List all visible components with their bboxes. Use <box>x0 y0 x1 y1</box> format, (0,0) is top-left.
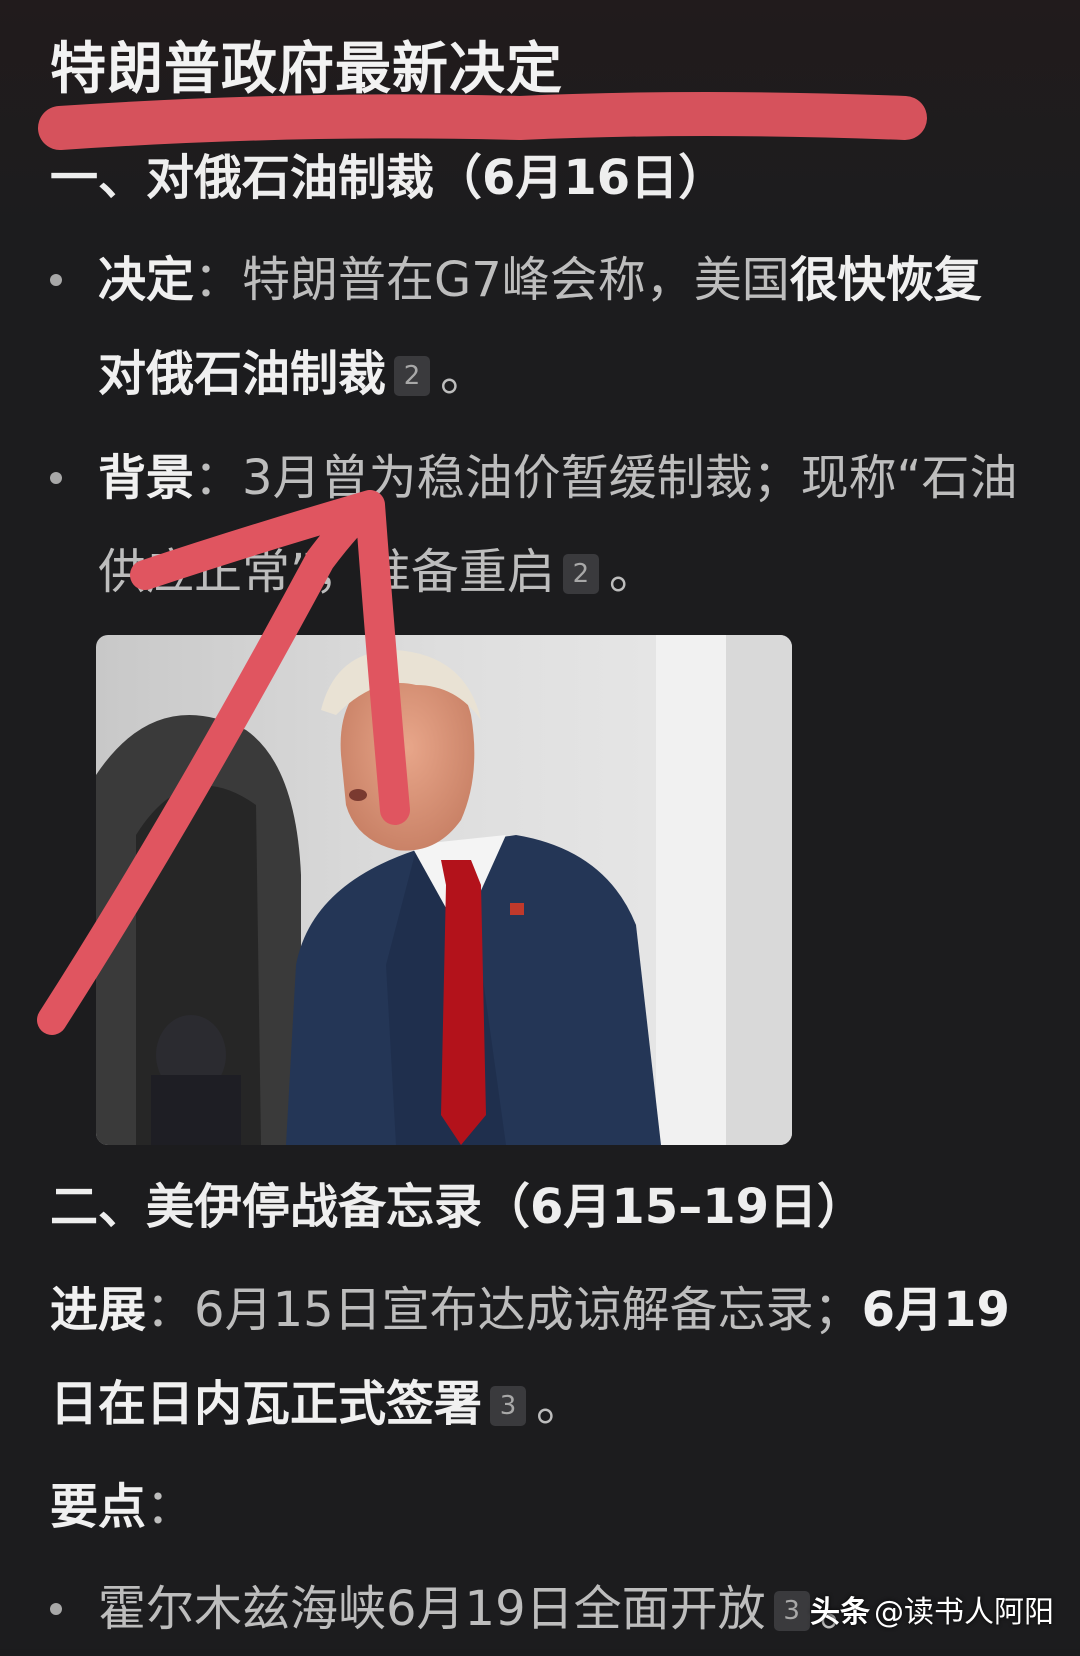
keypoints-label: 要点 <box>50 1479 147 1535</box>
section-1-heading: 一、对俄石油制裁（6月16日） <box>50 150 727 206</box>
author-handle: @读书人阿阳 <box>874 1595 1054 1630</box>
decision-paragraph: 决定：特朗普在G7峰会称，美国很快恢复对俄石油制裁 2。 <box>98 233 1028 421</box>
separator: ： <box>194 252 243 308</box>
page-title: 特朗普政府最新决定 <box>50 37 563 102</box>
decision-text: 特朗普在G7峰会称，美国 <box>242 252 790 308</box>
section-2-heading: 二、美伊停战备忘录（6月15–19日） <box>50 1179 865 1235</box>
source-watermark: 头条 @读书人阿阳 <box>810 1587 1054 1631</box>
background-label: 背景 <box>98 450 195 506</box>
keypoint-text: 霍尔木兹海峡6月19日全面开放 <box>98 1581 766 1637</box>
article-page: 特朗普政府最新决定 一、对俄石油制裁（6月16日） 决定：特朗普在G7峰会称，美… <box>0 0 1080 1649</box>
toutiao-logo: 头条 <box>810 1595 870 1630</box>
keypoints-heading: 要点： <box>50 1460 1030 1554</box>
separator: ： <box>146 1479 195 1535</box>
bullet-dot <box>50 274 62 286</box>
period: 。 <box>536 1376 585 1432</box>
bullet-dot <box>50 472 62 484</box>
red-underline-annotation <box>38 92 927 150</box>
progress-label: 进展 <box>50 1282 147 1338</box>
decision-label: 决定 <box>98 252 195 308</box>
period: 。 <box>440 346 489 402</box>
citation-badge[interactable]: 3 <box>490 1386 527 1426</box>
article-photo[interactable] <box>96 635 792 1145</box>
citation-badge[interactable]: 3 <box>773 1591 810 1631</box>
citation-badge[interactable]: 2 <box>394 356 431 396</box>
separator: ： <box>146 1282 195 1338</box>
bullet-dot <box>50 1603 62 1615</box>
progress-paragraph: 进展：6月15日宣布达成谅解备忘录；6月19日在日内瓦正式签署 3。 <box>50 1263 1030 1451</box>
citation-badge[interactable]: 2 <box>562 554 599 594</box>
photo-illustration <box>96 635 792 1145</box>
background-paragraph: 背景：3月曾为稳油价暂缓制裁；现称“石油供应正常”，准备重启 2。 <box>98 431 1028 619</box>
separator: ： <box>194 450 243 506</box>
progress-text: 6月15日宣布达成谅解备忘录； <box>194 1282 862 1338</box>
period: 。 <box>608 544 657 600</box>
